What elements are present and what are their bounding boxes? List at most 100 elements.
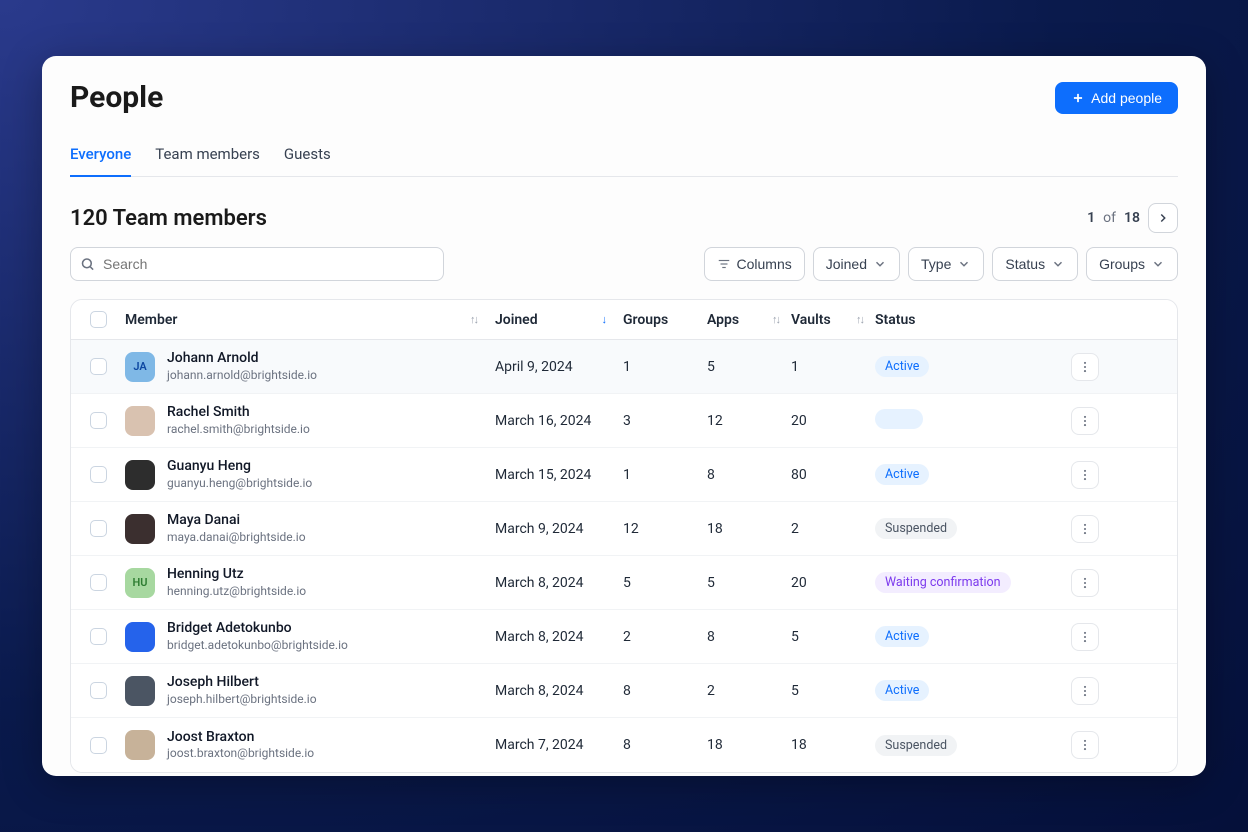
table-row[interactable]: Guanyu Hengguanyu.heng@brightside.ioMarc…: [71, 448, 1177, 502]
row-checkbox[interactable]: [90, 574, 107, 591]
cell-apps: 2: [707, 683, 791, 699]
member-email: johann.arnold@brightside.io: [167, 368, 317, 383]
search-icon: [80, 257, 95, 272]
cell-vaults: 1: [791, 359, 875, 375]
pager: 1 of 18: [1087, 203, 1178, 233]
member-cell: Joseph Hilbertjoseph.hilbert@brightside.…: [125, 674, 495, 707]
cell-vaults: 20: [791, 575, 875, 591]
row-menu-button[interactable]: [1071, 569, 1099, 597]
chevron-down-icon: [1151, 257, 1165, 271]
table-row[interactable]: Joost Braxtonjoost.braxton@brightside.io…: [71, 718, 1177, 772]
row-checkbox-cell: [71, 358, 125, 375]
member-name: Henning Utz: [167, 566, 306, 584]
columns-button[interactable]: Columns: [704, 247, 805, 281]
toolbar: 120 Team members 1 of 18: [70, 203, 1178, 233]
columns-label: Columns: [737, 256, 792, 272]
row-menu-button[interactable]: [1071, 407, 1099, 435]
more-vertical-icon: [1078, 468, 1092, 482]
member-count-label: 120 Team members: [70, 206, 267, 231]
table-row[interactable]: HUHenning Utzhenning.utz@brightside.ioMa…: [71, 556, 1177, 610]
header-joined[interactable]: Joined ↓: [495, 312, 623, 328]
cell-groups: 2: [623, 629, 707, 645]
row-checkbox[interactable]: [90, 682, 107, 699]
row-checkbox[interactable]: [90, 358, 107, 375]
row-menu-button[interactable]: [1071, 461, 1099, 489]
more-vertical-icon: [1078, 576, 1092, 590]
header-checkbox-cell: [71, 311, 125, 328]
table-row[interactable]: Joseph Hilbertjoseph.hilbert@brightside.…: [71, 664, 1177, 718]
add-people-button[interactable]: Add people: [1055, 82, 1178, 114]
cell-actions: [1055, 353, 1115, 381]
table-row[interactable]: JAJohann Arnoldjohann.arnold@brightside.…: [71, 340, 1177, 394]
status-badge: Suspended: [875, 518, 957, 539]
header-member[interactable]: Member ↑↓: [125, 312, 495, 328]
table-row[interactable]: Maya Danaimaya.danai@brightside.ioMarch …: [71, 502, 1177, 556]
member-email: joseph.hilbert@brightside.io: [167, 692, 317, 707]
filter-joined-button[interactable]: Joined: [813, 247, 900, 281]
member-name: Joseph Hilbert: [167, 674, 317, 692]
member-name: Joost Braxton: [167, 729, 314, 747]
avatar: [125, 514, 155, 544]
member-name: Maya Danai: [167, 512, 306, 530]
row-checkbox[interactable]: [90, 628, 107, 645]
member-email: guanyu.heng@brightside.io: [167, 476, 312, 491]
member-text: Maya Danaimaya.danai@brightside.io: [167, 512, 306, 545]
cell-actions: [1055, 569, 1115, 597]
filters-row: Columns Joined Type Status Groups: [70, 247, 1178, 281]
row-menu-button[interactable]: [1071, 515, 1099, 543]
cell-status: Waiting confirmation: [875, 572, 1055, 593]
cell-groups: 5: [623, 575, 707, 591]
cell-actions: [1055, 515, 1115, 543]
more-vertical-icon: [1078, 522, 1092, 536]
row-checkbox-cell: [71, 737, 125, 754]
status-badge: Active: [875, 626, 929, 647]
cell-vaults: 5: [791, 629, 875, 645]
row-menu-button[interactable]: [1071, 353, 1099, 381]
header-joined-label: Joined: [495, 312, 538, 328]
tab-everyone[interactable]: Everyone: [70, 137, 131, 177]
row-checkbox[interactable]: [90, 520, 107, 537]
header-apps[interactable]: Apps ↑↓: [707, 312, 791, 328]
people-page: People Add people EveryoneTeam membersGu…: [42, 56, 1206, 776]
select-all-checkbox[interactable]: [90, 311, 107, 328]
cell-status: Active: [875, 680, 1055, 701]
cell-joined: March 8, 2024: [495, 629, 623, 645]
table-row[interactable]: Bridget Adetokunbobridget.adetokunbo@bri…: [71, 610, 1177, 664]
more-vertical-icon: [1078, 630, 1092, 644]
table-body: JAJohann Arnoldjohann.arnold@brightside.…: [71, 340, 1177, 772]
table-row[interactable]: Rachel Smithrachel.smith@brightside.ioMa…: [71, 394, 1177, 448]
chevron-right-icon: [1156, 211, 1170, 225]
cell-groups: 1: [623, 467, 707, 483]
pager-next-button[interactable]: [1148, 203, 1178, 233]
row-checkbox[interactable]: [90, 466, 107, 483]
header-groups[interactable]: Groups: [623, 312, 707, 328]
chevron-down-icon: [1051, 257, 1065, 271]
member-name: Johann Arnold: [167, 350, 317, 368]
member-email: rachel.smith@brightside.io: [167, 422, 310, 437]
search-input[interactable]: [70, 247, 444, 281]
avatar: [125, 676, 155, 706]
add-people-label: Add people: [1091, 90, 1162, 106]
member-name: Rachel Smith: [167, 404, 310, 422]
row-menu-button[interactable]: [1071, 731, 1099, 759]
filter-type-button[interactable]: Type: [908, 247, 984, 281]
cell-apps: 12: [707, 413, 791, 429]
avatar: [125, 460, 155, 490]
header-vaults[interactable]: Vaults ↑↓: [791, 312, 875, 328]
filter-groups-button[interactable]: Groups: [1086, 247, 1178, 281]
row-checkbox-cell: [71, 574, 125, 591]
header-member-label: Member: [125, 312, 177, 328]
row-checkbox[interactable]: [90, 737, 107, 754]
tab-guests[interactable]: Guests: [284, 137, 331, 177]
sort-updown-icon: ↑↓: [856, 313, 863, 326]
tab-team-members[interactable]: Team members: [155, 137, 260, 177]
cell-groups: 1: [623, 359, 707, 375]
cell-status: Suspended: [875, 735, 1055, 756]
header-status[interactable]: Status: [875, 312, 1055, 328]
more-vertical-icon: [1078, 738, 1092, 752]
row-checkbox-cell: [71, 412, 125, 429]
filter-status-button[interactable]: Status: [992, 247, 1078, 281]
row-checkbox[interactable]: [90, 412, 107, 429]
row-menu-button[interactable]: [1071, 677, 1099, 705]
row-menu-button[interactable]: [1071, 623, 1099, 651]
